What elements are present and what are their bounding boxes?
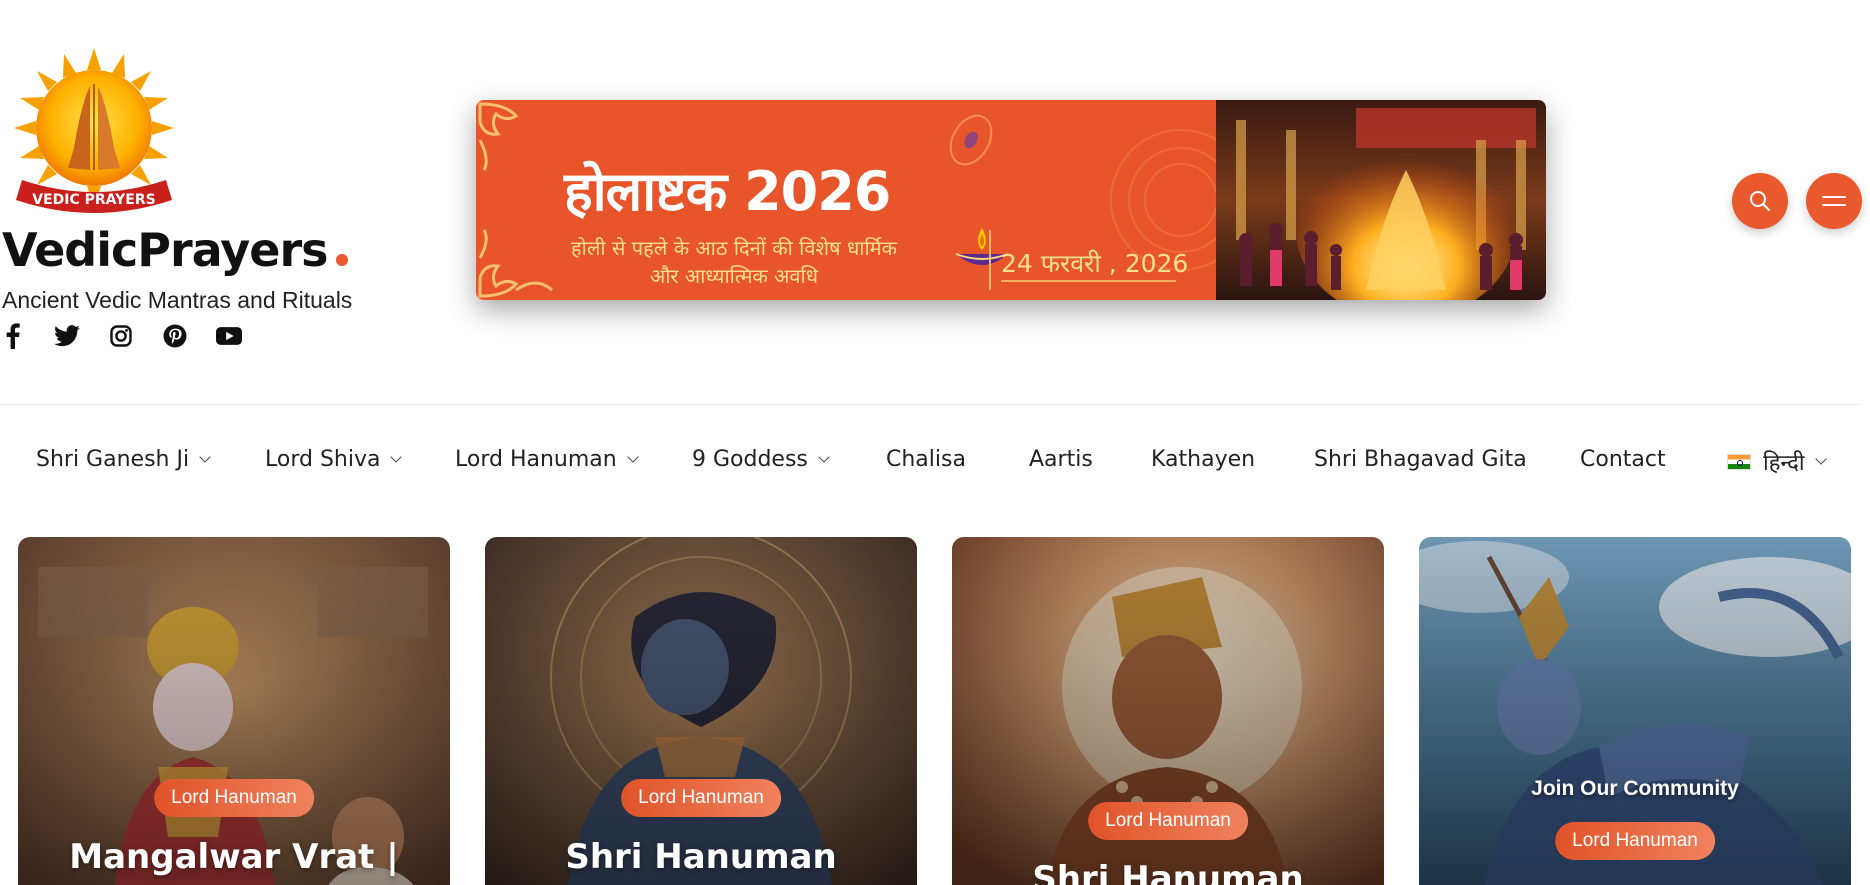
banner-title: होलाष्टक 2026	[564, 160, 891, 223]
nav-item-label: Contact	[1580, 447, 1666, 472]
logo-lettering: VEDIC PRAYERS	[32, 192, 155, 208]
vedic-prayers-logo[interactable]: VEDIC PRAYERS	[8, 48, 180, 220]
banner-subtitle-line-1: होली से पहले के आठ दिनों की विशेष धार्मि…	[571, 236, 897, 260]
banner-date: 24 फरवरी , 2026	[1001, 249, 1189, 278]
banner-subtitle: होली से पहले के आठ दिनों की विशेष धार्मि…	[564, 234, 904, 290]
nav-item-label: Chalisa	[886, 447, 966, 472]
chevron-down-icon	[1814, 453, 1827, 465]
facebook-icon[interactable]	[0, 323, 26, 349]
join-community-label[interactable]: Join Our Community	[1419, 777, 1851, 801]
header-divider	[0, 404, 1860, 405]
pinterest-icon[interactable]	[162, 323, 188, 349]
banner-subtitle-line-2: और आध्यात्मिक अवधि	[649, 264, 819, 288]
banner-date-underline	[1001, 280, 1176, 282]
nav-item-label: Aartis	[1029, 447, 1093, 472]
main-nav: Shri Ganesh Ji Lord Shiva Lord Hanuman 9…	[0, 447, 1860, 481]
category-badge[interactable]: Lord Hanuman	[621, 779, 781, 817]
category-badge[interactable]: Lord Hanuman	[1555, 822, 1715, 860]
chevron-down-icon	[390, 450, 403, 463]
card-overlay	[18, 537, 450, 885]
nav-item-label: Lord Hanuman	[455, 447, 617, 472]
nav-item-lord-hanuman[interactable]: Lord Hanuman	[455, 447, 639, 472]
twitter-icon[interactable]	[54, 323, 80, 349]
india-flag-icon	[1727, 454, 1751, 470]
post-card[interactable]: Lord Hanuman Shri Hanuman	[485, 537, 917, 885]
post-card[interactable]: Lord Hanuman Shri Hanuman	[952, 537, 1384, 885]
menu-icon	[1822, 196, 1846, 206]
holika-fire-illustration	[1216, 100, 1546, 300]
card-title[interactable]: Shri Hanuman	[952, 859, 1384, 885]
site-tagline: Ancient Vedic Mantras and Rituals	[2, 287, 353, 313]
peacock-feather-icon	[949, 114, 993, 166]
youtube-icon[interactable]	[216, 323, 242, 349]
search-icon	[1750, 191, 1771, 212]
nav-item-label: Kathayen	[1151, 447, 1256, 472]
site-title[interactable]: VedicPrayers	[2, 223, 348, 277]
nav-item-lord-shiva[interactable]: Lord Shiva	[265, 447, 403, 472]
menu-button[interactable]	[1806, 173, 1862, 229]
nav-item-chalisa[interactable]: Chalisa	[886, 447, 966, 472]
title-dot	[335, 254, 348, 266]
nav-item-aartis[interactable]: Aartis	[1029, 447, 1093, 472]
language-switcher[interactable]: हिन्दी	[1727, 447, 1827, 477]
nav-item-9-goddess[interactable]: 9 Goddess	[692, 447, 830, 472]
nav-item-label: Shri Ganesh Ji	[36, 447, 190, 472]
chevron-down-icon	[627, 450, 639, 463]
post-card[interactable]: Join Our Community Lord Hanuman	[1419, 537, 1851, 885]
social-links	[0, 323, 242, 349]
instagram-icon[interactable]	[108, 323, 134, 349]
nav-item-contact[interactable]: Contact	[1580, 447, 1666, 472]
nav-item-shri-bhagavad-gita[interactable]: Shri Bhagavad Gita	[1314, 447, 1527, 472]
post-card[interactable]: Lord Hanuman Mangalwar Vrat |	[18, 537, 450, 885]
chevron-down-icon	[818, 450, 830, 463]
nav-item-shri-ganesh-ji[interactable]: Shri Ganesh Ji	[36, 447, 211, 472]
nav-item-label: Shri Bhagavad Gita	[1314, 447, 1527, 472]
card-title[interactable]: Shri Hanuman	[485, 837, 917, 877]
category-badge[interactable]: Lord Hanuman	[1088, 802, 1248, 840]
nav-item-label: Lord Shiva	[265, 447, 381, 472]
nav-item-label: 9 Goddess	[692, 447, 808, 472]
search-button[interactable]	[1732, 173, 1788, 229]
language-label: हिन्दी	[1763, 451, 1805, 476]
card-title[interactable]: Mangalwar Vrat |	[18, 837, 450, 877]
nav-item-kathayen[interactable]: Kathayen	[1151, 447, 1255, 472]
card-overlay	[485, 537, 917, 885]
banner-divider	[989, 230, 991, 290]
chevron-down-icon	[199, 450, 211, 463]
category-badge[interactable]: Lord Hanuman	[154, 779, 314, 817]
holashtak-banner[interactable]: होलाष्टक 2026 होली से पहले के आठ दिनों क…	[476, 100, 1546, 300]
